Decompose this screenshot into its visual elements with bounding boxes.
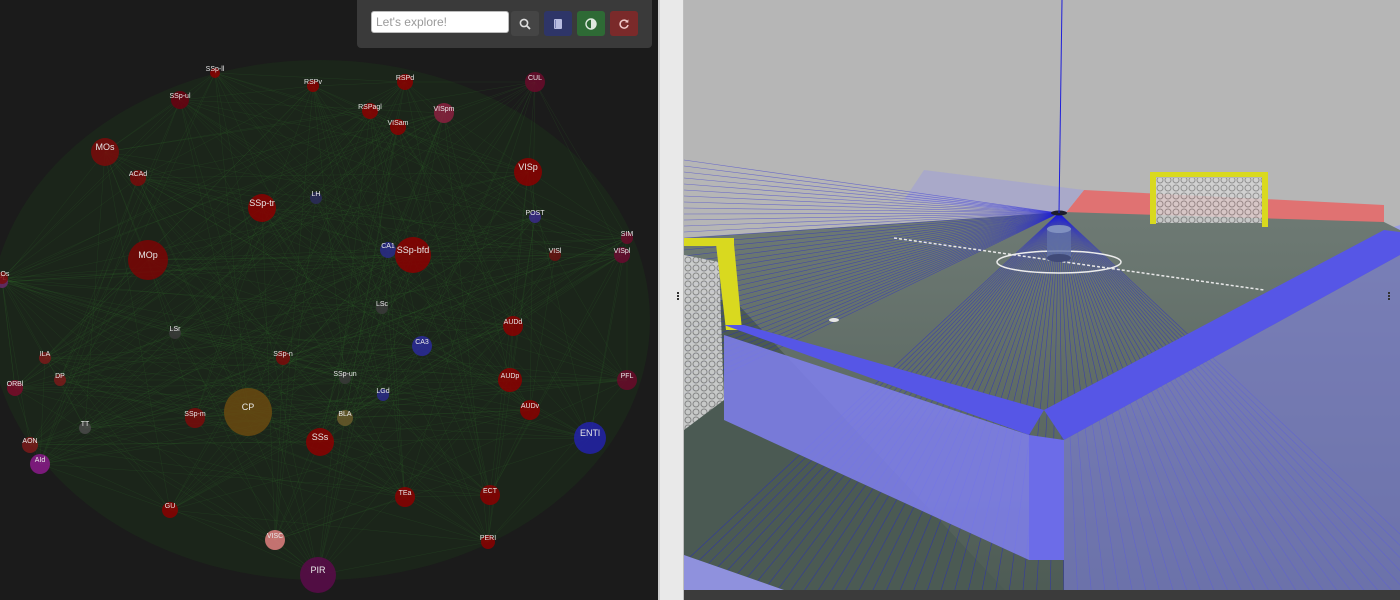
search-icon bbox=[519, 18, 531, 30]
graph-node-label: SSp-bfd bbox=[397, 245, 430, 255]
graph-node-label: RSPagl bbox=[358, 104, 382, 111]
graph-node-label: PERI bbox=[480, 535, 496, 542]
graph-node[interactable] bbox=[224, 388, 272, 436]
graph-node-label: PIR bbox=[310, 565, 326, 575]
graph-node-label: MOp bbox=[138, 250, 158, 260]
far-goal bbox=[1150, 172, 1268, 227]
graph-node-label: SSp-n bbox=[273, 351, 293, 358]
graph-node-label: VISam bbox=[387, 120, 408, 127]
graph-node-label: ILA bbox=[40, 351, 51, 358]
graph-node-label: AUDv bbox=[521, 403, 540, 410]
graph-node-label: ENTl bbox=[580, 428, 600, 438]
graph-node-label: MOs bbox=[96, 142, 115, 152]
graph-node-label: RSPd bbox=[396, 75, 414, 82]
refresh-icon bbox=[619, 18, 629, 29]
search-button[interactable] bbox=[511, 11, 539, 36]
graph-node-label: LSc bbox=[376, 301, 389, 308]
scene-status-bar bbox=[684, 590, 1400, 600]
graph-node-label: SIM bbox=[621, 231, 634, 238]
graph-node-label: CA3 bbox=[415, 339, 429, 346]
graph-node-label: VISl bbox=[549, 248, 562, 255]
graph-node[interactable] bbox=[395, 237, 431, 273]
graph-node[interactable] bbox=[574, 422, 606, 454]
graph-glow bbox=[0, 60, 650, 580]
graph-node-label: SSp-ul bbox=[169, 93, 190, 100]
simulation-3d-view[interactable] bbox=[684, 0, 1400, 600]
resize-handle-right[interactable] bbox=[1388, 292, 1391, 300]
graph-node-label: TT bbox=[81, 421, 90, 428]
graph-node-label: AON bbox=[22, 438, 37, 445]
graph-node-label: ECT bbox=[483, 488, 498, 495]
ball bbox=[829, 318, 839, 322]
graph-node-label: LGd bbox=[376, 388, 389, 395]
graph-node-label: CA1 bbox=[381, 243, 395, 250]
graph-node-label: SSs bbox=[312, 432, 329, 442]
graph-node-label: SSp-m bbox=[184, 411, 206, 418]
graph-node-label: LH bbox=[312, 191, 321, 198]
graph-node-label: RSPv bbox=[304, 79, 322, 86]
info-button[interactable] bbox=[544, 11, 572, 36]
graph-node-label: POST bbox=[525, 210, 545, 217]
graph-node-label: DP bbox=[55, 373, 65, 380]
graph-node-label: SSp-tr bbox=[249, 198, 275, 208]
book-icon bbox=[554, 18, 562, 29]
app-root: SSp-ll RSPd RSPv RSPagl VISam VISpm SSp-ul MOs S… bbox=[0, 0, 1400, 600]
graph-node[interactable] bbox=[498, 368, 522, 392]
graph-node-label: LSr bbox=[170, 326, 182, 333]
contrast-button[interactable] bbox=[577, 11, 605, 36]
search-input[interactable] bbox=[371, 11, 509, 33]
graph-node-label: VISC bbox=[267, 533, 283, 540]
graph-node-label: MOs bbox=[0, 271, 10, 278]
split-pane-divider[interactable] bbox=[658, 0, 684, 600]
graph-node-label: AUDp bbox=[501, 373, 520, 380]
scene-canvas[interactable] bbox=[684, 0, 1400, 600]
contrast-icon bbox=[585, 17, 597, 30]
graph-node-label: SSp-un bbox=[333, 371, 356, 378]
graph-node-label: VISpl bbox=[614, 248, 631, 255]
graph-toolbar bbox=[357, 0, 652, 48]
graph-node-label: CUL bbox=[528, 75, 542, 82]
graph-node-label: AId bbox=[35, 457, 46, 464]
graph-node-label: PFL bbox=[621, 373, 634, 380]
graph-node-label: ORBl bbox=[7, 381, 24, 388]
graph-node-label: VISpm bbox=[433, 106, 454, 113]
graph-node[interactable] bbox=[300, 557, 336, 593]
graph-node-label: VISp bbox=[518, 162, 538, 172]
graph-canvas[interactable]: SSp-ll RSPd RSPv RSPagl VISam VISpm SSp-ul MOs S… bbox=[0, 0, 658, 600]
reset-button[interactable] bbox=[610, 11, 638, 36]
graph-node-label: CP bbox=[242, 402, 255, 412]
graph-node-label: BLA bbox=[338, 411, 352, 418]
graph-node-label: AUDd bbox=[504, 319, 523, 326]
graph-node-label: ACAd bbox=[129, 171, 147, 178]
graph-node-label: SSp-ll bbox=[206, 66, 225, 73]
wall-corner bbox=[1029, 435, 1064, 560]
graph-node[interactable] bbox=[128, 240, 168, 280]
graph-node-label: TEa bbox=[399, 490, 412, 497]
brain-graph-panel[interactable]: SSp-ll RSPd RSPv RSPagl VISam VISpm SSp-ul MOs S… bbox=[0, 0, 658, 600]
graph-node-label: GU bbox=[165, 503, 176, 510]
resize-handle-left[interactable] bbox=[677, 292, 680, 300]
